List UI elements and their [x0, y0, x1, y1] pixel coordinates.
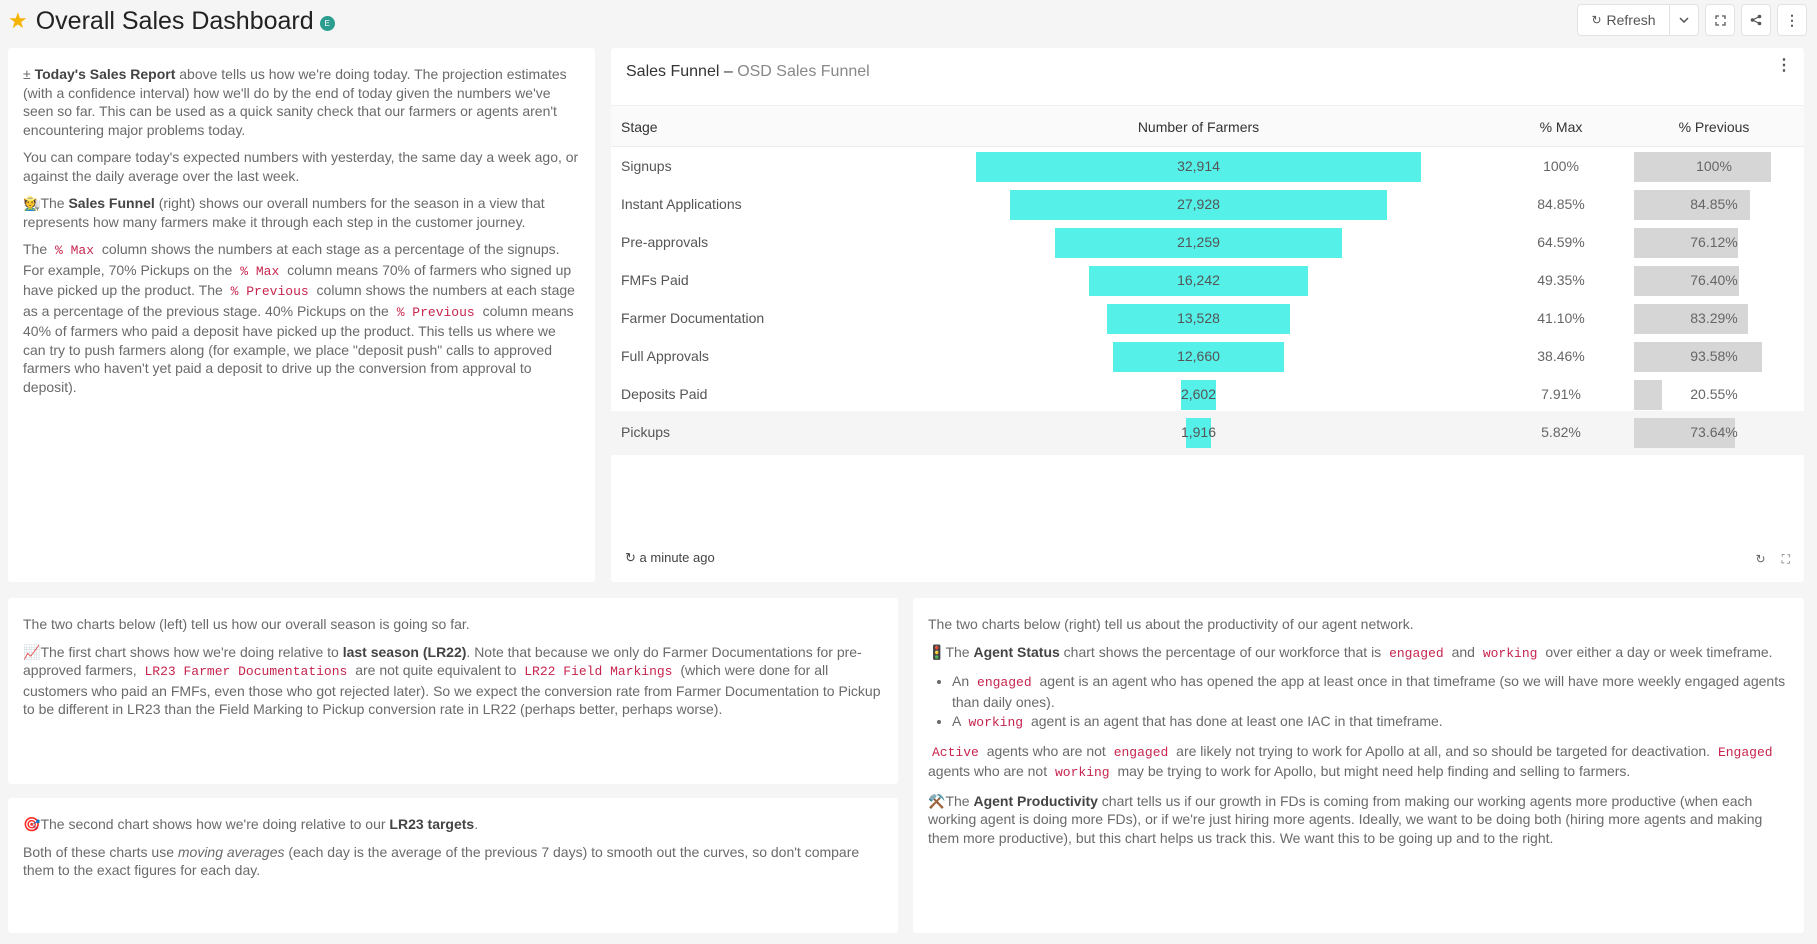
pct-max-value: 5.82% — [1541, 424, 1581, 440]
more-options-button[interactable]: ⋮ — [1777, 4, 1807, 36]
targets-paragraph-1: 🎯The second chart shows how we're doing … — [23, 816, 479, 832]
share-icon — [1750, 14, 1762, 26]
pct-previous-value: 100% — [1696, 158, 1732, 174]
targets-paragraph-2: Both of these charts use moving averages… — [23, 843, 860, 879]
kebab-menu-icon: ⋮ — [1785, 12, 1799, 28]
stage-cell: Farmer Documentation — [621, 310, 765, 326]
pct-previous-value: 84.85% — [1690, 196, 1738, 212]
column-header-stage[interactable]: Stage — [621, 119, 658, 135]
pct-max-value: 100% — [1543, 158, 1579, 174]
farmers-value: 16,242 — [1177, 272, 1220, 288]
pct-previous-value: 73.64% — [1690, 424, 1738, 440]
pct-previous-value: 93.58% — [1690, 348, 1738, 364]
last-updated: ↻ a minute ago — [625, 550, 715, 566]
sales-funnel-widget: Sales Funnel – OSD Sales Funnel ⋮ Stage … — [611, 48, 1804, 582]
favorite-star-icon[interactable]: ★ — [8, 10, 28, 32]
refresh-small-icon: ↻ — [625, 550, 636, 565]
intro-text-widget: ± Today's Sales Report above tells us ho… — [8, 48, 595, 582]
column-header-pct-previous[interactable]: % Previous — [1634, 119, 1794, 135]
refresh-icon: ↻ — [1591, 13, 1602, 27]
season-text-widget: The two charts below (left) tell us how … — [8, 598, 898, 784]
pct-previous-value: 76.12% — [1690, 234, 1738, 250]
agents-paragraph-1: The two charts below (right) tell us abo… — [928, 616, 1414, 632]
refresh-button[interactable]: ↻ Refresh — [1577, 4, 1669, 36]
pct-max-value: 84.85% — [1537, 196, 1585, 212]
widget-menu-icon[interactable]: ⋮ — [1776, 58, 1792, 74]
dashboard-header: ★ Overall Sales Dashboard E ↻ Refresh ⋮ — [0, 0, 1817, 42]
farmers-value: 12,660 — [1177, 348, 1220, 364]
certified-badge-icon: E — [319, 15, 335, 31]
list-item: A working agent is an agent that has don… — [952, 712, 1789, 733]
widget-refresh-icon[interactable]: ↻ — [1756, 552, 1766, 567]
farmers-value: 27,928 — [1177, 196, 1220, 212]
refresh-options-button[interactable] — [1669, 4, 1699, 36]
intro-paragraph-4: The % Max column shows the numbers at ea… — [23, 241, 575, 395]
farmers-value: 32,914 — [1177, 158, 1220, 174]
season-paragraph-2: 📈The first chart shows how we're doing r… — [23, 643, 881, 718]
intro-paragraph-3: 🧑‍🌾The Sales Funnel (right) shows our ov… — [23, 195, 545, 230]
pct-max-value: 41.10% — [1537, 310, 1585, 326]
pct-max-value: 38.46% — [1537, 348, 1585, 364]
farmers-value: 21,259 — [1177, 234, 1220, 250]
intro-paragraph-1: ± Today's Sales Report above tells us ho… — [23, 66, 567, 138]
stage-cell: Full Approvals — [621, 348, 709, 364]
widget-expand-icon[interactable]: ⛶ — [1782, 552, 1790, 567]
refresh-label: Refresh — [1606, 12, 1656, 28]
fullscreen-button[interactable] — [1705, 4, 1735, 36]
pct-max-value: 7.91% — [1541, 386, 1581, 402]
pct-max-value: 49.35% — [1537, 272, 1585, 288]
target-icon: 🎯 — [23, 816, 41, 832]
agents-paragraph-3: Active agents who are not engaged are li… — [928, 742, 1773, 781]
pct-previous-value: 83.29% — [1690, 310, 1738, 326]
intro-paragraph-2: You can compare today's expected numbers… — [23, 149, 579, 184]
stage-cell: FMFs Paid — [621, 272, 689, 288]
header-actions: ↻ Refresh ⋮ — [1577, 4, 1807, 36]
funnel-table-header: Stage Number of Farmers % Max % Previous — [611, 105, 1804, 147]
chevron-down-icon — [1679, 17, 1689, 23]
stage-cell: Signups — [621, 158, 672, 174]
farmers-value: 2,602 — [1180, 386, 1217, 402]
pct-previous-value: 76.40% — [1690, 272, 1738, 288]
agents-text-widget: The two charts below (right) tell us abo… — [913, 598, 1804, 933]
page-title: Overall Sales Dashboard — [35, 6, 314, 35]
agents-paragraph-2: 🚦The Agent Status chart shows the percen… — [928, 643, 1773, 661]
pct-max-value: 64.59% — [1537, 234, 1585, 250]
agent-definitions-list: An engaged agent is an agent who has ope… — [952, 672, 1789, 733]
stage-cell: Pre-approvals — [621, 234, 709, 250]
farmer-icon: 🧑‍🌾 — [23, 195, 41, 211]
funnel-title: Sales Funnel – OSD Sales Funnel — [626, 63, 870, 80]
targets-text-widget: 🎯The second chart shows how we're doing … — [8, 798, 898, 933]
refresh-button-group: ↻ Refresh — [1577, 4, 1699, 36]
stage-cell: Deposits Paid — [621, 386, 708, 402]
table-row: Pickups 1,916 5.82% 73.64% — [611, 411, 1804, 455]
farmers-value: 1,916 — [1180, 424, 1217, 440]
list-item: An engaged agent is an agent who has ope… — [952, 672, 1789, 711]
farmers-value: 13,528 — [1177, 310, 1220, 326]
last-updated-text: a minute ago — [639, 550, 715, 565]
share-button[interactable] — [1741, 4, 1771, 36]
fullscreen-icon — [1714, 14, 1726, 26]
column-header-pct-max[interactable]: % Max — [1491, 119, 1631, 135]
season-paragraph-1: The two charts below (left) tell us how … — [23, 616, 470, 632]
pct-previous-value: 20.55% — [1690, 386, 1738, 402]
widget-footer-actions: ↻ ⛶ — [1756, 552, 1790, 567]
agents-paragraph-4: ⚒️The Agent Productivity chart tells us … — [928, 792, 1763, 846]
hammer-pick-icon: ⚒️ — [928, 792, 946, 809]
stage-cell: Pickups — [621, 424, 671, 440]
stage-cell: Instant Applications — [621, 196, 742, 212]
traffic-light-icon: 🚦 — [928, 643, 946, 660]
chart-increasing-icon: 📈 — [23, 643, 41, 660]
column-header-farmers[interactable]: Number of Farmers — [920, 119, 1477, 135]
funnel-subtitle: OSD Sales Funnel — [737, 63, 870, 80]
